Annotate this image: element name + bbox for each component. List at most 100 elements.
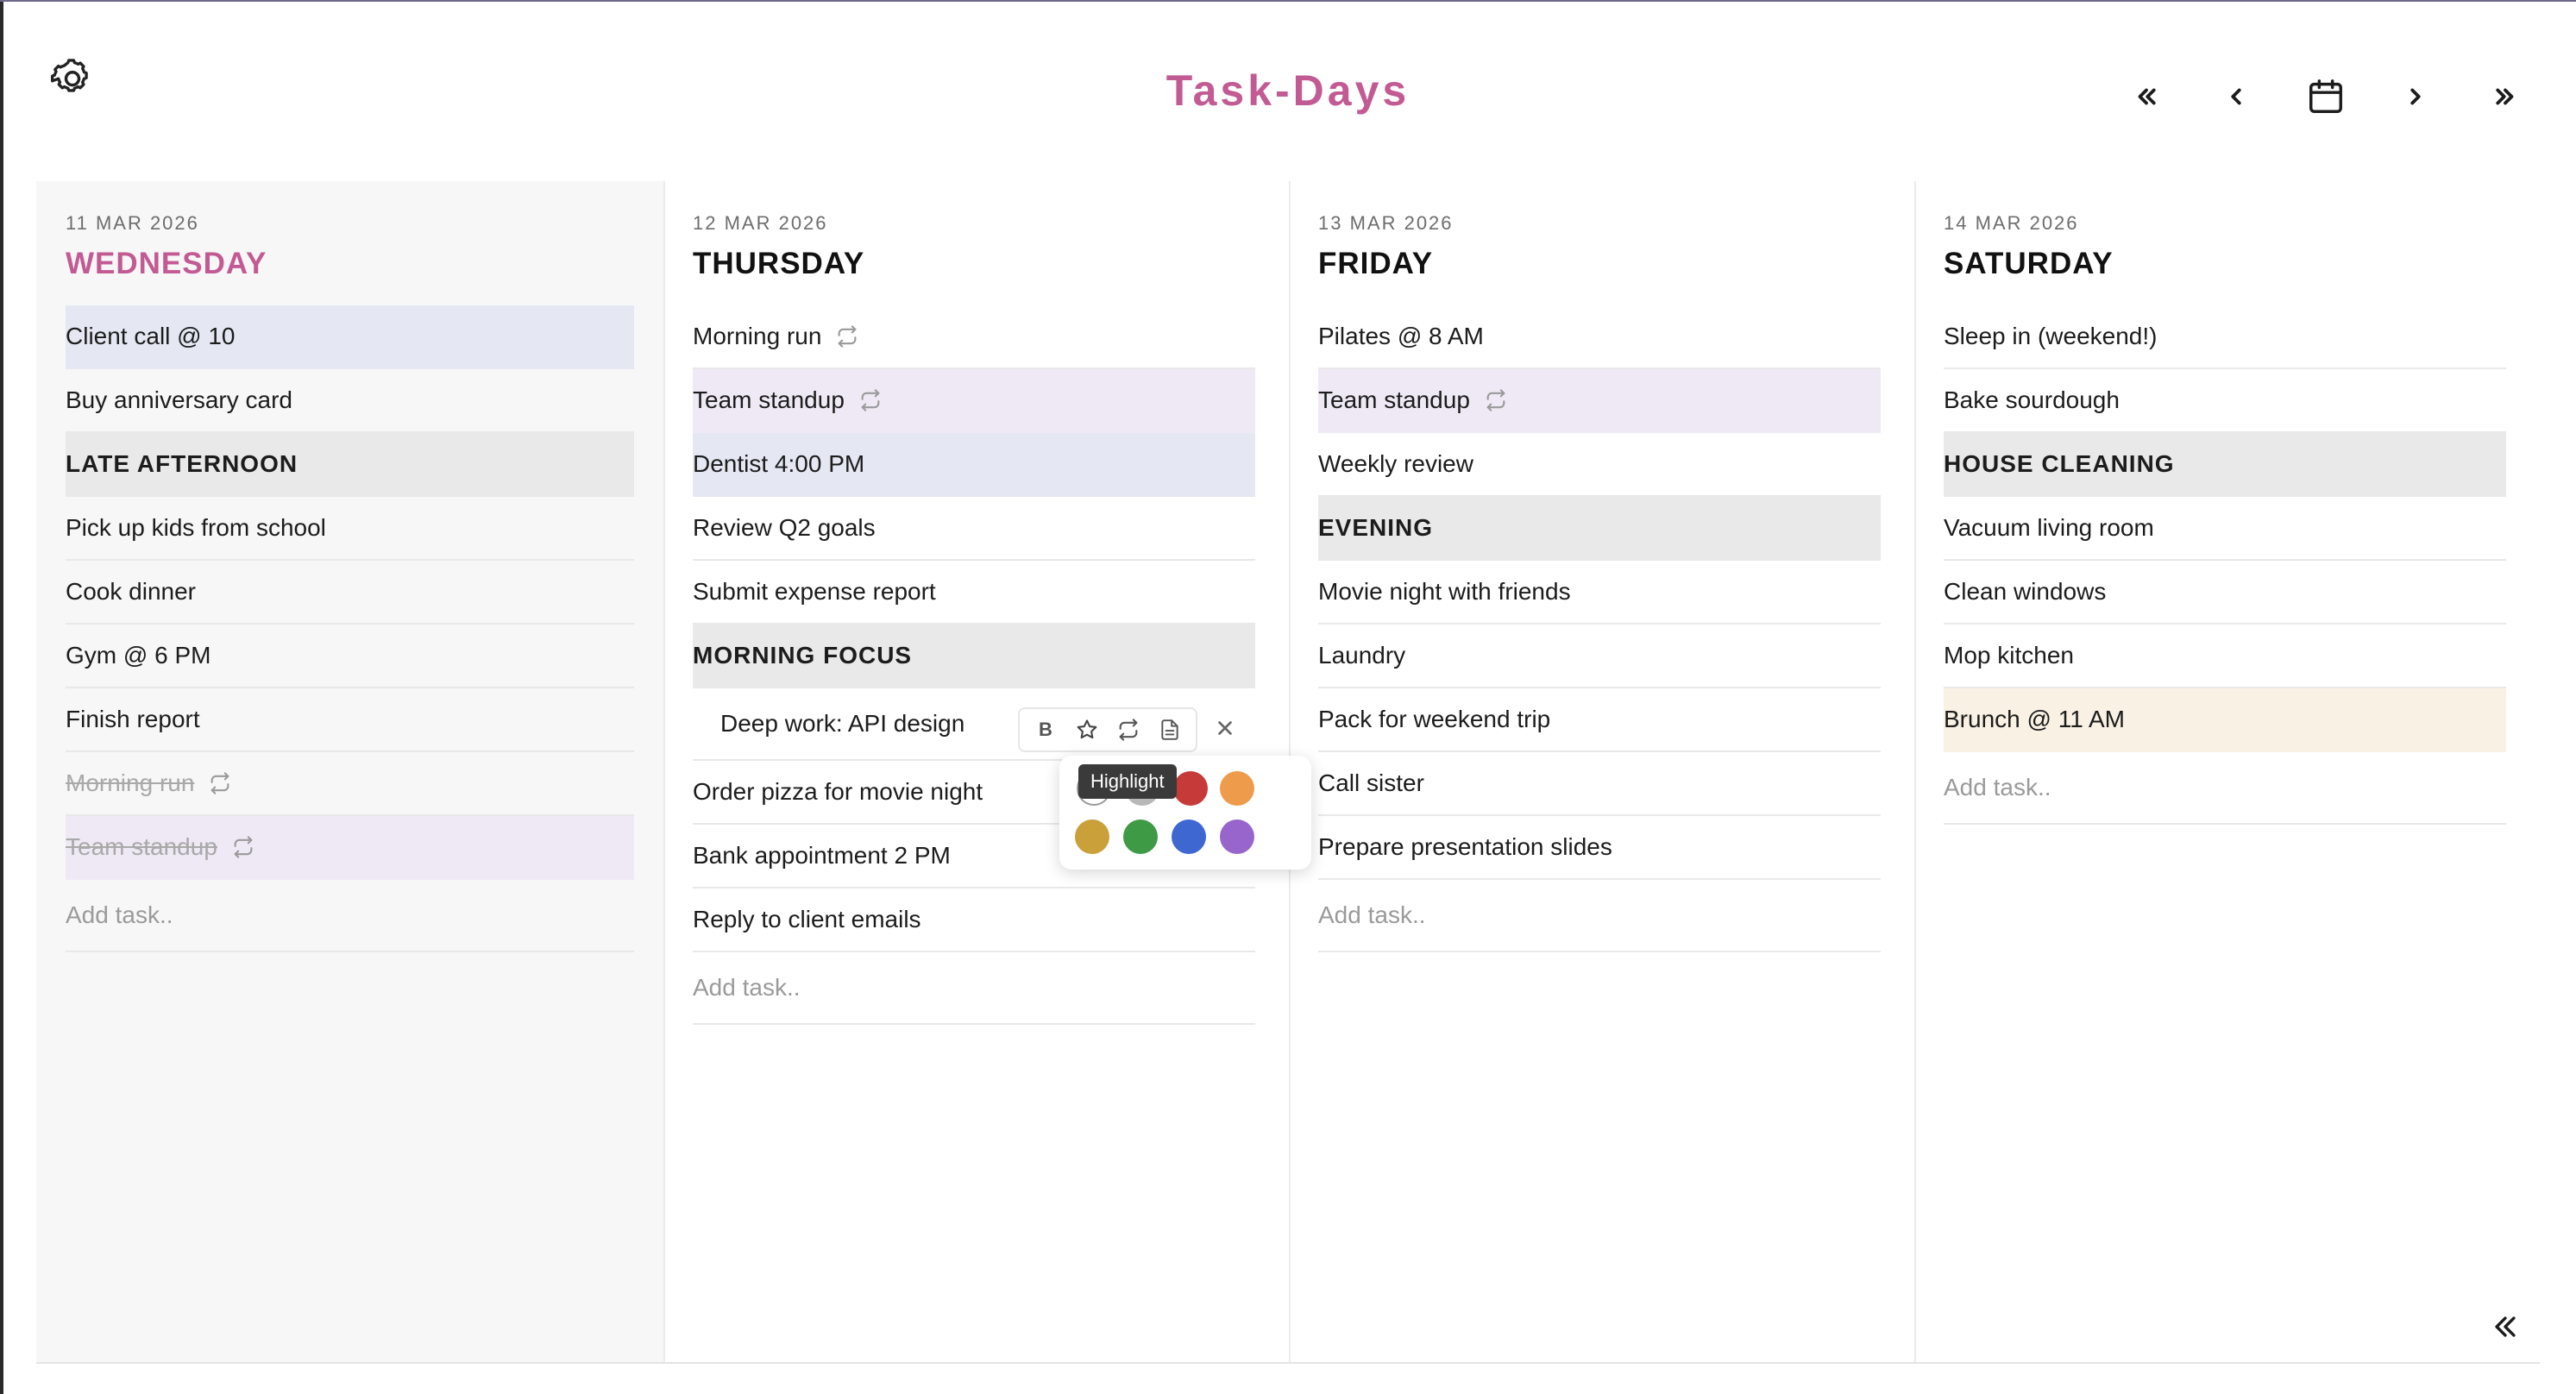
task-item[interactable]: Client call @ 10 bbox=[66, 305, 634, 369]
task-label: Pilates @ 8 AM bbox=[1318, 323, 1484, 349]
swatch-green[interactable] bbox=[1123, 819, 1158, 854]
task-label: Pick up kids from school bbox=[66, 514, 326, 541]
section-header[interactable]: MORNING FOCUS bbox=[693, 625, 1255, 688]
task-item[interactable]: Cook dinner bbox=[66, 561, 634, 625]
task-item[interactable]: Team standup bbox=[693, 369, 1255, 433]
close-edit-button[interactable] bbox=[1206, 711, 1244, 749]
repeat-icon bbox=[835, 324, 859, 348]
task-label: Morning run bbox=[693, 323, 822, 349]
jump-forward-button[interactable] bbox=[2478, 69, 2533, 124]
swatch-gold[interactable] bbox=[1075, 819, 1109, 854]
task-item[interactable]: Reply to client emails bbox=[693, 889, 1255, 952]
calendar-button[interactable] bbox=[2298, 69, 2353, 124]
task-item[interactable]: Dentist 4:00 PM bbox=[693, 433, 1255, 497]
task-item[interactable]: Clean windows bbox=[1944, 561, 2506, 625]
jump-back-button[interactable] bbox=[2119, 69, 2174, 124]
day-date: 14 MAR 2026 bbox=[1944, 212, 2079, 234]
task-item[interactable]: Gym @ 6 PM bbox=[66, 625, 634, 688]
note-icon bbox=[1159, 719, 1181, 741]
task-list: Client call @ 10 Buy anniversary card LATE… bbox=[66, 305, 634, 952]
task-item[interactable]: Mop kitchen bbox=[1944, 625, 2506, 688]
section-header[interactable]: HOUSE CLEANING bbox=[1944, 433, 2506, 497]
task-label: Order pizza for movie night bbox=[693, 778, 983, 805]
task-item[interactable]: Brunch @ 11 AM bbox=[1944, 688, 2506, 752]
task-item[interactable]: Bake sourdough bbox=[1944, 369, 2506, 433]
double-chevron-left-icon bbox=[2133, 84, 2159, 110]
day-column: 14 MAR 2026 SATURDAY Sleep in (weekend!) Ba… bbox=[1915, 181, 2540, 1363]
highlight-button[interactable] bbox=[1068, 711, 1106, 749]
day-column: 13 MAR 2026 FRIDAY Pilates @ 8 AM Team stan… bbox=[1290, 181, 1914, 1363]
day-column: 11 MAR 2026 WEDNESDAY Client call @ 10 Buy … bbox=[36, 181, 663, 1363]
calendar-icon bbox=[2306, 77, 2346, 116]
day-date: 13 MAR 2026 bbox=[1318, 212, 1454, 234]
task-label: Team standup bbox=[693, 386, 845, 413]
task-label: Movie night with friends bbox=[1318, 578, 1571, 605]
task-label: Bank appointment 2 PM bbox=[693, 842, 951, 869]
task-edit-toolbar: B bbox=[1018, 707, 1197, 752]
task-label: Client call @ 10 bbox=[66, 323, 236, 349]
task-item[interactable]: Weekly review bbox=[1318, 433, 1881, 497]
task-item[interactable]: Finish report bbox=[66, 688, 634, 752]
window-top-border bbox=[0, 0, 2576, 2]
bottom-divider bbox=[36, 1362, 2540, 1364]
day-name: THURSDAY bbox=[693, 247, 865, 280]
task-list: Pilates @ 8 AM Team standup Weekly review E… bbox=[1318, 305, 1881, 952]
task-item[interactable]: Call sister bbox=[1318, 752, 1881, 816]
task-label: Mop kitchen bbox=[1944, 642, 2074, 669]
task-item[interactable]: Submit expense report bbox=[693, 561, 1255, 625]
add-task-input[interactable]: Add task.. bbox=[66, 880, 634, 952]
task-item[interactable]: Pack for weekend trip bbox=[1318, 688, 1881, 752]
task-label: Team standup bbox=[66, 833, 217, 860]
task-item[interactable]: Sleep in (weekend!) bbox=[1944, 305, 2506, 369]
repeat-icon bbox=[1116, 718, 1140, 742]
task-label: Gym @ 6 PM bbox=[66, 642, 211, 669]
task-item[interactable]: Pick up kids from school bbox=[66, 497, 634, 561]
section-label: MORNING FOCUS bbox=[693, 642, 913, 669]
task-label: Submit expense report bbox=[693, 578, 936, 605]
repeat-button[interactable] bbox=[1109, 711, 1147, 749]
task-label: Deep work: API design bbox=[720, 710, 965, 737]
task-item[interactable]: Team standup bbox=[1318, 369, 1881, 433]
repeat-icon bbox=[231, 835, 255, 859]
section-header[interactable]: EVENING bbox=[1318, 497, 1881, 561]
double-chevron-left-icon bbox=[2491, 1312, 2520, 1346]
task-item[interactable]: Review Q2 goals bbox=[693, 497, 1255, 561]
add-task-input[interactable]: Add task.. bbox=[693, 952, 1255, 1025]
bold-button[interactable]: B bbox=[1027, 711, 1065, 749]
gear-icon bbox=[48, 53, 97, 102]
task-label: Brunch @ 11 AM bbox=[1944, 706, 2125, 732]
task-label: Buy anniversary card bbox=[66, 386, 293, 413]
repeat-icon bbox=[1484, 388, 1508, 412]
task-label: Review Q2 goals bbox=[693, 514, 876, 541]
note-button[interactable] bbox=[1151, 711, 1189, 749]
swatch-red[interactable] bbox=[1173, 771, 1208, 806]
task-item[interactable]: Buy anniversary card bbox=[66, 369, 634, 433]
chevron-right-icon bbox=[2403, 84, 2428, 110]
task-item[interactable]: Team standup bbox=[66, 816, 634, 880]
task-item[interactable]: Vacuum living room bbox=[1944, 497, 2506, 561]
next-day-button[interactable] bbox=[2388, 69, 2443, 124]
swatch-purple[interactable] bbox=[1220, 819, 1254, 854]
task-item[interactable]: Morning run bbox=[66, 752, 634, 816]
add-task-input[interactable]: Add task.. bbox=[1944, 752, 2506, 825]
app-title: Task-Days bbox=[1165, 66, 1411, 115]
repeat-icon bbox=[208, 771, 232, 795]
task-item[interactable]: Laundry bbox=[1318, 625, 1881, 688]
swatch-blue[interactable] bbox=[1172, 819, 1206, 854]
section-header[interactable]: LATE AFTERNOON bbox=[66, 433, 634, 497]
task-item[interactable]: Prepare presentation slides bbox=[1318, 816, 1881, 880]
previous-day-button[interactable] bbox=[2208, 69, 2264, 124]
day-name: FRIDAY bbox=[1318, 247, 1434, 280]
task-label: Pack for weekend trip bbox=[1318, 706, 1551, 732]
task-list: Sleep in (weekend!) Bake sourdough HOUSE C… bbox=[1944, 305, 2506, 825]
swatch-orange[interactable] bbox=[1220, 771, 1254, 806]
settings-button[interactable] bbox=[48, 53, 97, 102]
column-divider bbox=[1914, 181, 1916, 1363]
star-icon bbox=[1075, 718, 1099, 742]
task-item[interactable]: Movie night with friends bbox=[1318, 561, 1881, 625]
task-item[interactable]: Morning run bbox=[693, 305, 1255, 369]
task-item[interactable]: Pilates @ 8 AM bbox=[1318, 305, 1881, 369]
collapse-button[interactable] bbox=[2481, 1304, 2529, 1353]
day-date: 11 MAR 2026 bbox=[66, 212, 199, 234]
add-task-input[interactable]: Add task.. bbox=[1318, 880, 1881, 952]
